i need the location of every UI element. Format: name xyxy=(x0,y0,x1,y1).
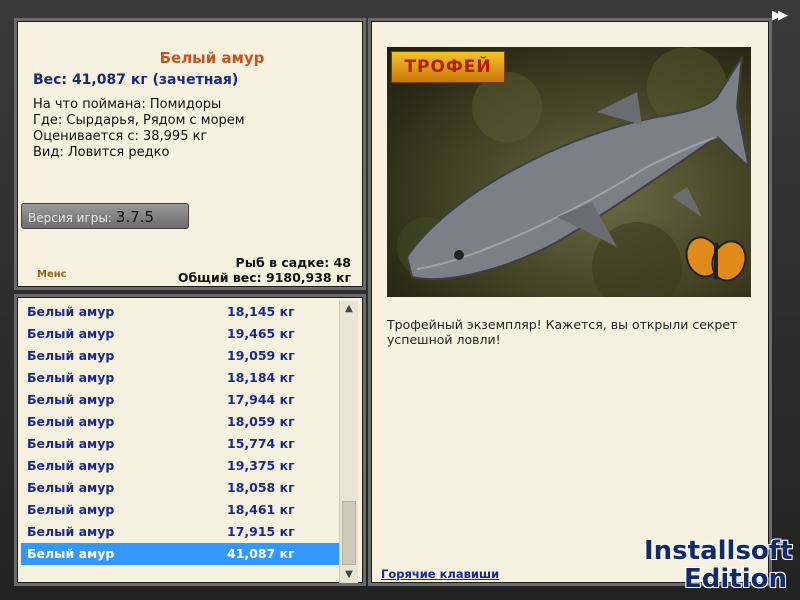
hotkeys-link[interactable]: Горячие клавиши xyxy=(381,567,499,581)
catch-item-weight: 15,774 кг xyxy=(227,436,295,451)
catch-list-item[interactable]: Белый амур 19,465 кг xyxy=(21,323,339,345)
catch-item-weight: 19,059 кг xyxy=(227,348,295,363)
edition-line2: Edition xyxy=(684,564,787,594)
catch-list-item[interactable]: Белый амур 17,944 кг xyxy=(21,389,339,411)
version-value: 3.7.5 xyxy=(115,208,155,226)
catch-item-name: Белый амур xyxy=(27,524,115,539)
catch-list-item[interactable]: Белый амур 19,375 кг xyxy=(21,455,339,477)
catch-item-weight: 18,184 кг xyxy=(227,370,295,385)
version-badge: Версия игры: 3.7.5 xyxy=(21,203,189,229)
trophy-badge: ТРОФЕЙ xyxy=(391,51,505,83)
fish-info-panel: Белый амур Вес: 41,087 кг (зачетная) На … xyxy=(14,18,366,290)
double-arrow-icon[interactable]: ▶▶ xyxy=(772,8,788,23)
catch-list-item[interactable]: Белый амур 18,059 кг xyxy=(21,411,339,433)
scrollbar-thumb[interactable] xyxy=(342,501,356,565)
edition-line1: Installsoft xyxy=(644,536,793,566)
chevron-up-icon[interactable]: ▲ xyxy=(340,301,358,317)
fish-photo: ТРОФЕЙ xyxy=(387,47,751,297)
catch-item-weight: 18,059 кг xyxy=(227,414,295,429)
catch-item-weight: 19,465 кг xyxy=(227,326,295,341)
catch-item-name: Белый амур xyxy=(27,502,115,517)
catch-item-name: Белый амур xyxy=(27,370,115,385)
catch-item-name: Белый амур xyxy=(27,458,115,473)
catch-item-weight: 18,145 кг xyxy=(227,304,295,319)
catch-item-name: Белый амур xyxy=(27,436,115,451)
version-label: Версия игры: xyxy=(28,211,112,225)
butterfly-icon xyxy=(685,236,747,282)
catch-item-weight: 19,375 кг xyxy=(227,458,295,473)
catch-item-weight: 18,058 кг xyxy=(227,480,295,495)
small-logo: Менс xyxy=(37,269,67,280)
catch-list: Белый амур 18,145 кг Белый амур 19,465 кг Бе… xyxy=(21,301,339,583)
rarity-info: Вид: Ловится редко xyxy=(33,145,170,160)
catch-item-name: Белый амур xyxy=(27,304,115,319)
catch-item-weight: 17,915 кг xyxy=(227,524,295,539)
list-scrollbar[interactable]: ▲ ▼ xyxy=(339,301,358,583)
fish-weight: Вес: 41,087 кг (зачетная) xyxy=(33,72,239,88)
catch-list-item[interactable]: Белый амур 17,915 кг xyxy=(21,521,339,543)
catch-list-item[interactable]: Белый амур 18,461 кг xyxy=(21,499,339,521)
catch-item-weight: 18,461 кг xyxy=(227,502,295,517)
chevron-down-icon[interactable]: ▼ xyxy=(340,567,358,583)
catch-list-item[interactable]: Белый амур 18,058 кг xyxy=(21,477,339,499)
installsoft-edition-logo: Installsoft Edition xyxy=(640,522,800,598)
cage-total-weight: Общий вес: 9180,938 кг xyxy=(177,270,351,285)
catch-item-name: Белый амур xyxy=(27,480,115,495)
location-info: Где: Сырдарья, Рядом с морем xyxy=(33,113,245,128)
trophy-caption: Трофейный экземпляр! Кажется, вы открыли… xyxy=(387,317,738,347)
trophy-panel: ТРОФЕЙ Трофейный экземпляр! Кажется, вы … xyxy=(368,18,772,586)
bait-info: На что поймана: Помидоры xyxy=(33,97,222,112)
grass-carp-image xyxy=(397,47,751,297)
catch-item-name: Белый амур xyxy=(27,326,115,341)
catch-list-item[interactable]: Белый амур 19,059 кг xyxy=(21,345,339,367)
catch-item-weight: 17,944 кг xyxy=(227,392,295,407)
catch-item-name: Белый амур xyxy=(27,392,115,407)
catch-list-item[interactable]: Белый амур 41,087 кг xyxy=(21,543,339,565)
estimate-info: Оценивается с: 38,995 кг xyxy=(33,129,208,144)
catch-item-name: Белый амур xyxy=(27,546,115,561)
catch-item-name: Белый амур xyxy=(27,414,115,429)
catch-list-item[interactable]: Белый амур 18,145 кг xyxy=(21,301,339,323)
fish-name: Белый амур xyxy=(159,49,265,67)
catch-item-weight: 41,087 кг xyxy=(227,546,295,561)
catch-list-panel: Белый амур 18,145 кг Белый амур 19,465 кг Бе… xyxy=(14,294,366,586)
catch-item-name: Белый амур xyxy=(27,348,115,363)
cage-summary: Рыб в садке: 48 Общий вес: 9180,938 кг xyxy=(178,255,351,285)
catch-list-item[interactable]: Белый амур 15,774 кг xyxy=(21,433,339,455)
cage-count: Рыб в садке: 48 xyxy=(235,255,351,270)
catch-list-item[interactable]: Белый амур 18,184 кг xyxy=(21,367,339,389)
